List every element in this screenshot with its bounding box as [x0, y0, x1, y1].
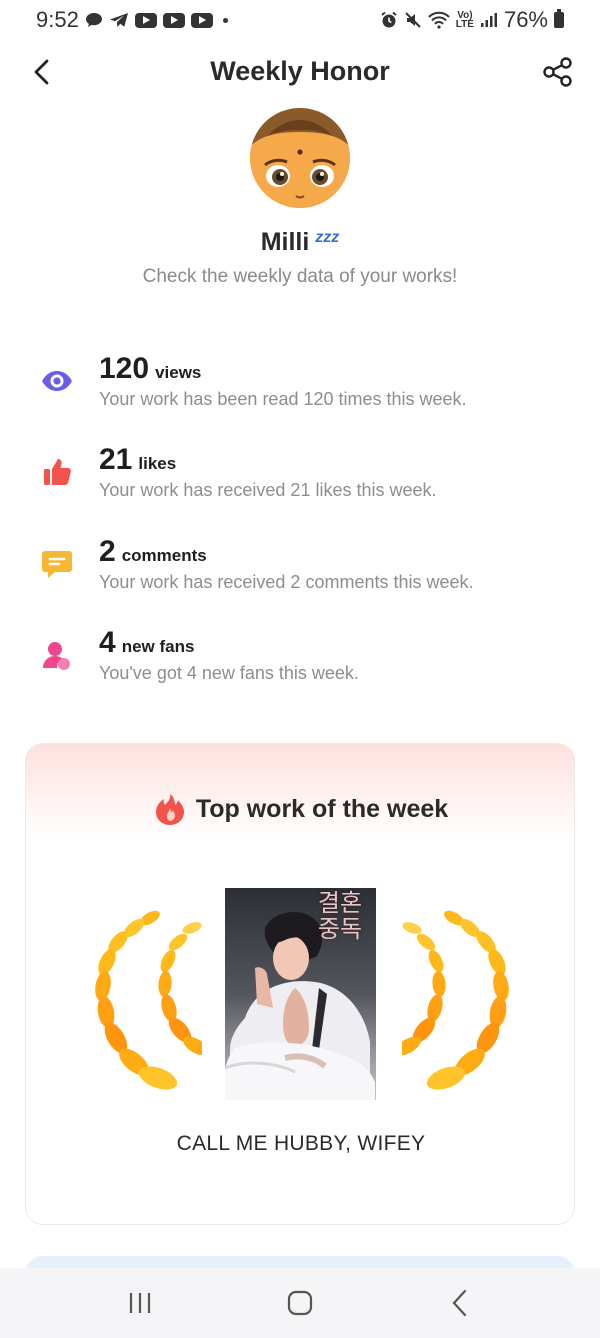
fire-icon: [155, 794, 184, 825]
signal-icon: [480, 12, 498, 28]
thumbs-up-icon: [40, 455, 74, 489]
youtube-icon: [162, 12, 185, 28]
stat-description: You've got 4 new fans this week.: [99, 663, 359, 683]
status-bar: 9:52 Vo) LTE 76%: [0, 0, 600, 40]
youtube-icon: [134, 12, 157, 28]
user-name-row: Milli zzz: [0, 228, 600, 257]
page-title: Weekly Honor: [210, 56, 390, 86]
top-work-card: Top work of the week 결혼중독 CALL ME HUBBY,…: [25, 743, 575, 1225]
status-right: Vo) LTE 76%: [380, 7, 564, 33]
stat-likes: 21 likes Your work has received 21 likes …: [0, 443, 600, 513]
battery-icon: [554, 9, 564, 28]
work-title[interactable]: CALL ME HUBBY, WIFEY: [26, 1132, 574, 1156]
stat-number: 21: [99, 443, 133, 476]
share-button[interactable]: [540, 54, 576, 90]
top-work-title: Top work of the week: [195, 794, 449, 823]
sleep-badge: zzz: [315, 229, 340, 246]
telegram-icon: [109, 12, 129, 28]
home-icon: [287, 1290, 313, 1316]
recents-button[interactable]: [110, 1273, 170, 1333]
home-button[interactable]: [270, 1273, 330, 1333]
navigation-bar: [0, 1268, 600, 1338]
back-icon: [452, 1289, 467, 1317]
laurel-right-icon: [395, 906, 532, 1101]
stat-comments: 2 comments Your work has received 2 comme…: [0, 535, 600, 605]
header: Weekly Honor: [0, 48, 600, 96]
notification-dot-icon: [222, 17, 228, 23]
avatar[interactable]: [250, 108, 350, 208]
volte-icon: Vo) LTE: [455, 10, 474, 30]
work-cover[interactable]: 결혼중독: [225, 888, 376, 1100]
top-work-heading: Top work of the week: [26, 792, 574, 826]
status-time: 9:52: [36, 7, 79, 32]
chat-bubble-icon: [85, 12, 103, 28]
stat-unit: new fans: [121, 637, 195, 656]
stat-unit: comments: [121, 546, 207, 565]
wifi-icon: [428, 11, 450, 29]
mute-icon: [404, 11, 422, 29]
subtitle: Check the weekly data of your works!: [142, 266, 458, 287]
cover-title-text: 결혼중독: [317, 889, 363, 943]
recents-icon: [129, 1293, 151, 1313]
status-left: 9:52: [36, 7, 228, 33]
youtube-icon: [190, 12, 213, 28]
laurel-left-icon: [72, 906, 209, 1101]
stat-description: Your work has been read 120 times this w…: [99, 389, 467, 409]
stat-fans: 4 new fans You've got 4 new fans this wee…: [0, 626, 600, 696]
eye-icon: [40, 364, 74, 398]
stat-number: 4: [99, 626, 116, 659]
stat-unit: views: [155, 363, 202, 382]
comment-icon: [40, 547, 74, 581]
stat-unit: likes: [138, 454, 177, 473]
user-icon: [40, 638, 74, 672]
nav-back-button[interactable]: [430, 1273, 490, 1333]
stat-views: 120 views Your work has been read 120 tim…: [0, 352, 600, 422]
stat-number: 120: [99, 352, 150, 385]
share-icon: [543, 57, 572, 87]
battery-percent: 76%: [503, 7, 548, 32]
alarm-icon: [380, 11, 398, 29]
user-name: Milli: [260, 228, 310, 256]
stat-description: Your work has received 21 likes this wee…: [99, 480, 437, 500]
stat-number: 2: [99, 535, 116, 568]
stat-description: Your work has received 2 comments this w…: [99, 572, 474, 592]
